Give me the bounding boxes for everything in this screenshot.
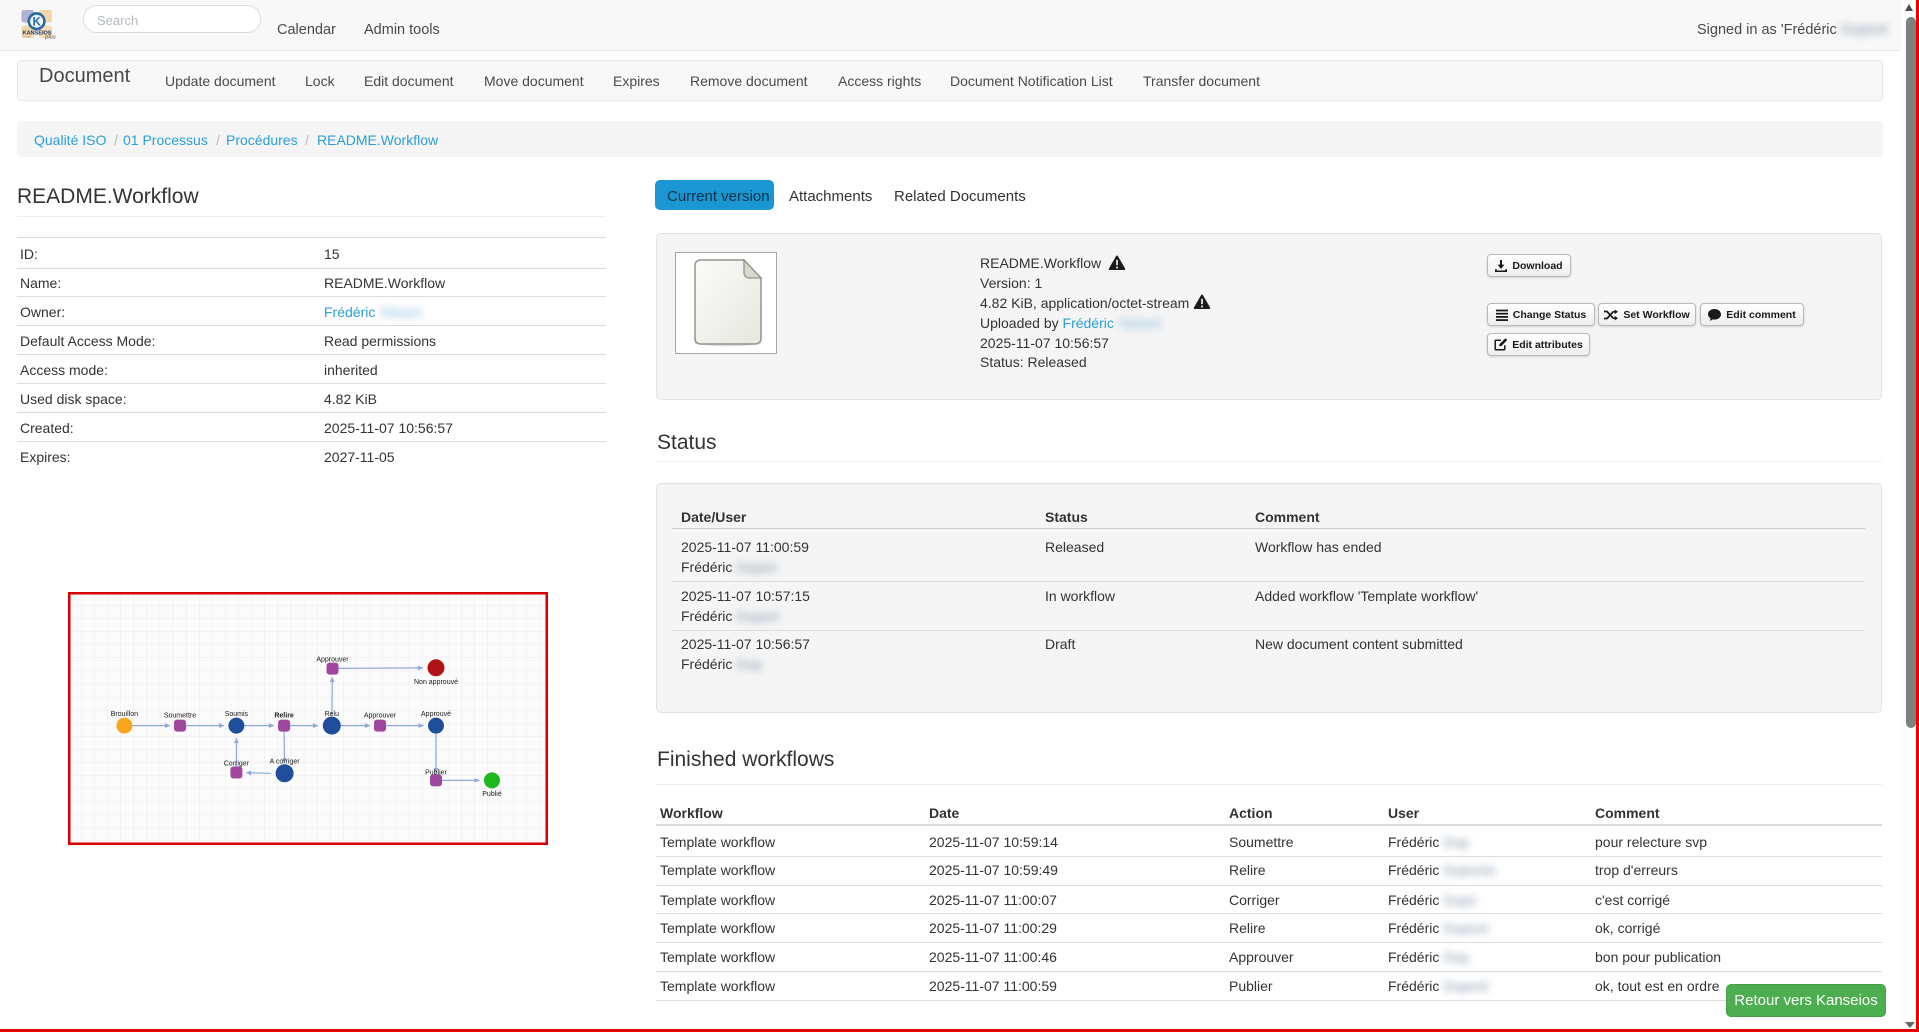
svg-text:Publier: Publier	[425, 770, 447, 777]
svg-text:Soumis: Soumis	[225, 711, 249, 718]
svg-text:Corriger: Corriger	[224, 760, 250, 767]
svg-text:Soumettre: Soumettre	[164, 713, 196, 720]
svg-text:plus: plus	[44, 35, 56, 41]
svg-text:Relire: Relire	[274, 713, 294, 720]
svg-text:Approuver: Approuver	[364, 713, 397, 720]
svg-text:Non approuvé: Non approuvé	[414, 679, 458, 686]
svg-text:Publié: Publié	[482, 791, 502, 798]
svg-text:Approuvé: Approuvé	[421, 711, 451, 718]
svg-text:Brouillon: Brouillon	[111, 711, 138, 718]
svg-text:Relu: Relu	[325, 711, 340, 718]
svg-text:Approuver: Approuver	[316, 657, 349, 664]
svg-text:A corriger: A corriger	[270, 759, 301, 766]
svg-text:K: K	[32, 16, 41, 28]
